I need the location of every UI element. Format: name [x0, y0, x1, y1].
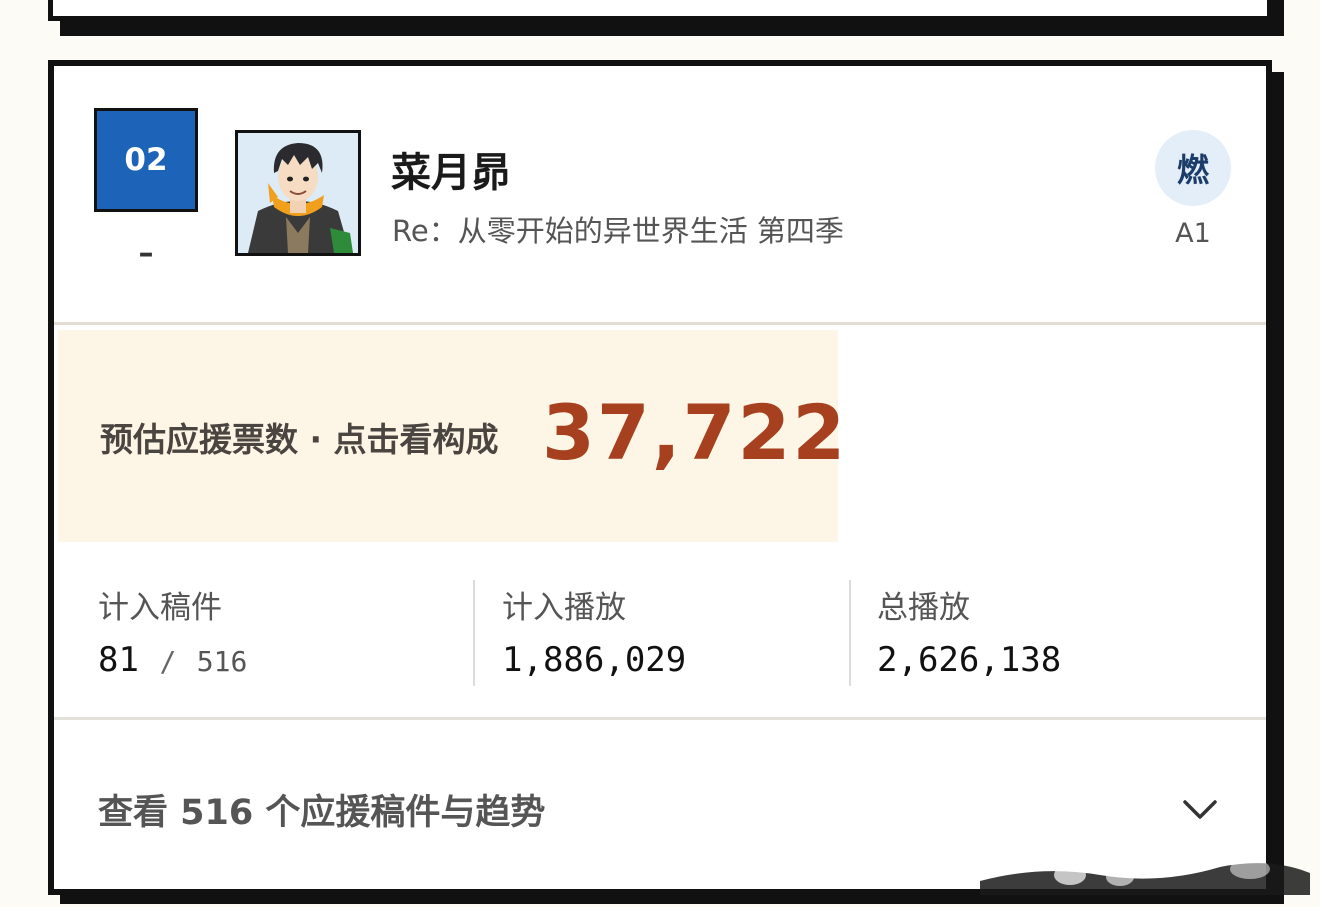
expand-works-label[interactable]: 查看 516 个应援稿件与趋势 — [98, 784, 545, 835]
stat-divider — [473, 580, 475, 686]
stat-value: 81 / 516 — [98, 640, 247, 680]
rank-number: 02 — [94, 108, 198, 212]
character-card: 02 – 菜月昴 Re：从零开始的异世界生活 第四季 燃 A1 预估应援票数 ·… — [48, 60, 1272, 895]
character-name: 菜月昴 — [391, 150, 511, 196]
chevron-down-icon[interactable] — [1180, 794, 1220, 824]
series-title: Re：从零开始的异世界生活 第四季 — [392, 214, 844, 248]
watermark — [980, 859, 1310, 895]
stat-value: 2,626,138 — [877, 640, 1062, 680]
stat-divider — [849, 580, 851, 686]
counted-works-value: 81 — [98, 640, 139, 680]
previous-card — [48, 0, 1272, 21]
estimate-panel[interactable]: 预估应援票数 · 点击看构成 37,722 — [58, 330, 845, 542]
avatar[interactable] — [235, 130, 361, 256]
avatar-illustration — [238, 133, 358, 253]
rank-change: – — [138, 236, 154, 271]
estimate-value: 37,722 — [542, 388, 848, 477]
stat-label: 计入稿件 — [98, 590, 222, 626]
estimate-label: 预估应援票数 · 点击看构成 — [100, 420, 499, 459]
stat-label: 总播放 — [877, 590, 970, 626]
stat-value: 1,886,029 — [502, 640, 687, 680]
burn-badge: 燃 — [1155, 130, 1231, 206]
divider — [54, 322, 1266, 325]
badge-code: A1 — [1175, 218, 1211, 249]
stat-label: 计入播放 — [502, 590, 626, 626]
separator: / — [159, 645, 177, 678]
divider — [54, 717, 1266, 720]
total-works-value: 516 — [196, 645, 248, 678]
